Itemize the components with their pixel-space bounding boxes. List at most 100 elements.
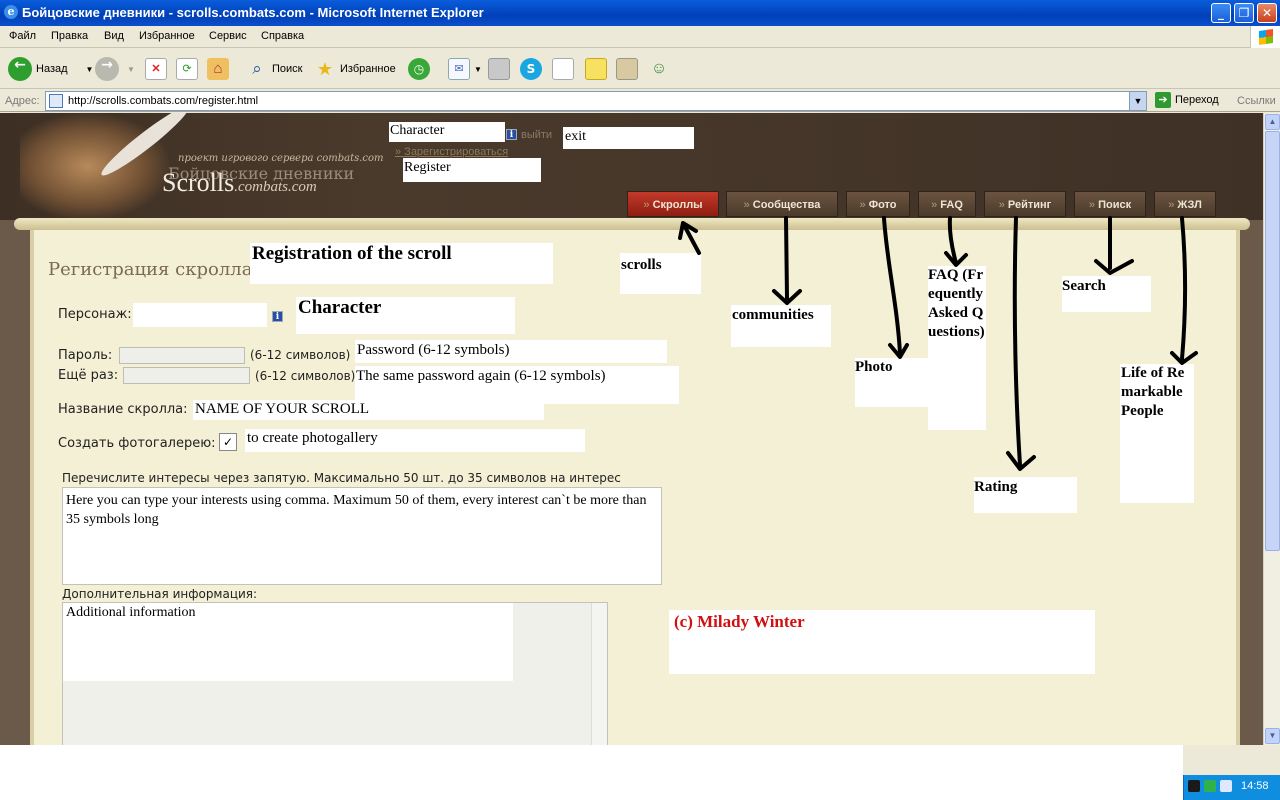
window-title: Бойцовские дневники - scrolls.combats.co…: [22, 5, 484, 20]
annotation-communities: communities: [731, 305, 831, 347]
gallery-checkbox[interactable]: ✓: [219, 433, 237, 451]
scroll-name-input[interactable]: NAME OF YOUR SCROLL: [193, 400, 544, 420]
repeat-password-hint: (6-12 символов): [255, 369, 356, 383]
annotation-photo: Photo: [855, 358, 930, 407]
favorites-button[interactable]: ★ Избранное: [314, 55, 396, 83]
info-icon[interactable]: i: [506, 129, 517, 140]
repeat-password-caption: The same password again (6-12 symbols): [355, 366, 679, 404]
exit-caption: exit: [563, 127, 694, 149]
go-arrow-icon: ➔: [1155, 92, 1171, 108]
tray-skype-icon[interactable]: [1204, 780, 1216, 792]
print-icon: [488, 58, 510, 80]
password-caption: Password (6-12 symbols): [355, 340, 667, 363]
menu-edit[interactable]: Правка: [51, 30, 88, 42]
links-label[interactable]: Ссылки: [1237, 95, 1276, 107]
menu-view[interactable]: Вид: [104, 30, 124, 42]
tray-clock: 14:58: [1241, 780, 1269, 792]
close-button[interactable]: ✕: [1257, 3, 1277, 23]
credit-caption: (c) Milady Winter: [669, 610, 1095, 674]
back-button[interactable]: ← Назад ▼: [8, 55, 93, 83]
forward-button[interactable]: → ▼: [95, 55, 135, 83]
skype-button[interactable]: S: [520, 55, 542, 83]
nav-zhzl[interactable]: » ЖЗЛ: [1154, 191, 1216, 217]
nav-communities[interactable]: » Сообщества: [726, 191, 838, 217]
menu-favorites[interactable]: Избранное: [139, 30, 195, 42]
nav-photo[interactable]: » Фото: [846, 191, 910, 217]
messenger-icon: ☺: [650, 60, 668, 77]
address-label: Адрес:: [5, 95, 40, 107]
menu-tools[interactable]: Сервис: [209, 30, 247, 42]
password-hint: (6-12 символов): [250, 348, 351, 362]
scroll-name-label: Название скролла:: [58, 402, 188, 417]
menu-bar: Файл Правка Вид Избранное Сервис Справка: [0, 26, 1280, 48]
search-button[interactable]: ⌕ Поиск: [246, 55, 302, 83]
refresh-icon: ⟳: [176, 58, 198, 80]
tray-speaker-icon[interactable]: [1188, 780, 1200, 792]
mail-button[interactable]: ✉ ▼: [448, 55, 482, 83]
edit-button[interactable]: [552, 55, 574, 83]
search-label: Поиск: [272, 63, 303, 75]
annotation-zhzl: Life of Remarkable People: [1120, 364, 1194, 503]
chevron-down-icon[interactable]: ▼: [86, 65, 94, 74]
chevron-down-icon[interactable]: ▼: [127, 65, 135, 74]
annotation-rating: Rating: [974, 477, 1077, 513]
parchment-rod: [14, 218, 1250, 230]
scroll-down-icon[interactable]: ▼: [1265, 728, 1280, 744]
password-input[interactable]: [119, 347, 245, 364]
character-input[interactable]: [133, 303, 267, 327]
address-url[interactable]: http://scrolls.combats.com/register.html: [68, 95, 258, 107]
research-button[interactable]: [616, 55, 638, 83]
note-button[interactable]: [585, 55, 607, 83]
history-icon: ◷: [408, 58, 430, 80]
menu-help[interactable]: Справка: [261, 30, 304, 42]
scroll-thumb[interactable]: [1265, 131, 1280, 551]
interests-textarea[interactable]: Here you can type your interests using c…: [62, 487, 662, 585]
character-label: Персонаж:: [58, 307, 132, 322]
exit-link[interactable]: выйти: [521, 129, 552, 141]
window-title-bar: e Бойцовские дневники - scrolls.combats.…: [0, 0, 1280, 26]
refresh-button[interactable]: ⟳: [176, 55, 198, 83]
minimize-button[interactable]: _: [1211, 3, 1231, 23]
textarea-scrollbar[interactable]: [591, 603, 607, 745]
research-icon: [616, 58, 638, 80]
site-logo-suffix: .combats.com: [234, 179, 317, 195]
search-icon: ⌕: [252, 59, 262, 78]
site-logo[interactable]: Scrolls.combats.com: [162, 168, 317, 198]
address-input[interactable]: http://scrolls.combats.com/register.html…: [45, 91, 1147, 111]
nav-rating[interactable]: » Рейтинг: [984, 191, 1066, 217]
chevron-down-icon[interactable]: ▼: [1129, 92, 1146, 110]
gallery-caption: to create photogallery: [245, 429, 585, 452]
ie-icon: e: [4, 5, 18, 19]
back-arrow-icon: ←: [8, 57, 32, 81]
maximize-button[interactable]: ❐: [1234, 3, 1254, 23]
page-scrollbar[interactable]: ▲ ▼: [1263, 113, 1280, 745]
windows-logo-icon: [1250, 26, 1280, 48]
menu-file[interactable]: Файл: [9, 30, 36, 42]
stop-button[interactable]: ✕: [145, 55, 167, 83]
print-button[interactable]: [488, 55, 510, 83]
chevron-down-icon[interactable]: ▼: [474, 65, 482, 74]
page-title: Регистрация скролла: [48, 259, 253, 280]
nav-search[interactable]: » Поиск: [1074, 191, 1146, 217]
stop-icon: ✕: [145, 58, 167, 80]
info-icon[interactable]: i: [272, 311, 283, 322]
scroll-up-icon[interactable]: ▲: [1265, 114, 1280, 130]
messenger-button[interactable]: ☺: [648, 55, 670, 83]
annotation-scrolls: scrolls: [620, 253, 701, 294]
history-button[interactable]: ◷: [408, 55, 430, 83]
favorites-label: Избранное: [340, 63, 396, 75]
repeat-password-label: Ещё раз:: [58, 368, 119, 383]
home-icon: ⌂: [207, 58, 229, 80]
go-button[interactable]: ➔ Переход: [1155, 92, 1219, 108]
nav-scrolls[interactable]: » Скроллы: [627, 191, 719, 217]
home-button[interactable]: ⌂: [207, 55, 229, 83]
repeat-password-input[interactable]: [123, 367, 250, 384]
forward-arrow-icon: →: [95, 57, 119, 81]
extra-info-label: Дополнительная информация:: [62, 587, 258, 601]
nav-faq[interactable]: » FAQ: [918, 191, 976, 217]
site-logo-main: Scrolls: [162, 168, 235, 197]
address-bar: Адрес: http://scrolls.combats.com/regist…: [0, 90, 1280, 112]
extra-info-textarea[interactable]: Additional information: [62, 602, 608, 745]
register-link[interactable]: » Зарегистрироваться: [395, 146, 508, 158]
tray-network-icon[interactable]: [1220, 780, 1232, 792]
